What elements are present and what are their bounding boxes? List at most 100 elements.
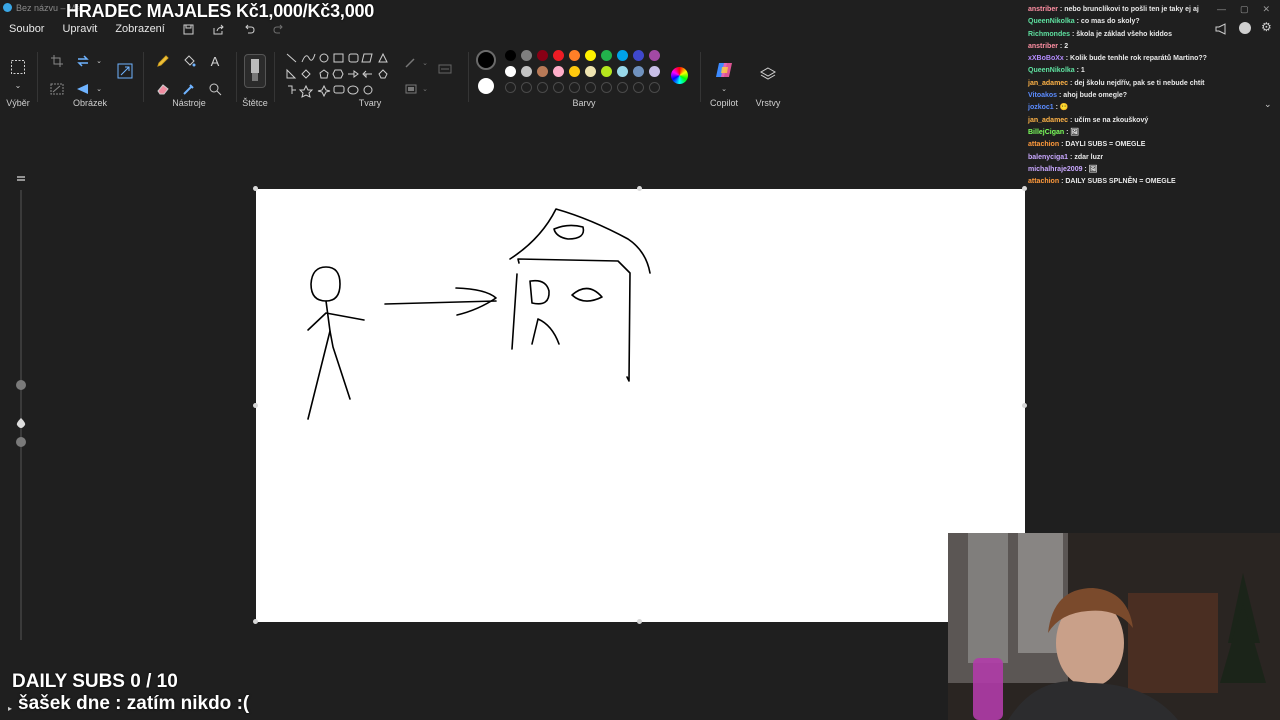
chat-username[interactable]: BillejCigan [1028, 129, 1064, 136]
custom-color-slot[interactable] [617, 82, 628, 93]
chat-username[interactable]: jan_adamec [1028, 80, 1068, 87]
canvas-resize-handle[interactable] [637, 186, 642, 191]
custom-color-slot[interactable] [633, 82, 644, 93]
text-tool-icon[interactable]: A [206, 52, 224, 70]
color-swatch[interactable] [553, 50, 564, 61]
canvas-resize-handle[interactable] [253, 403, 258, 408]
chat-username[interactable]: michalhraje2009 [1028, 166, 1082, 173]
chevron-down-icon[interactable]: ⌄ [416, 54, 434, 72]
maximize-icon[interactable]: ▢ [1240, 4, 1249, 15]
color-swatch[interactable] [537, 66, 548, 77]
announcement-icon[interactable] [1215, 22, 1227, 35]
color-swatch[interactable] [521, 66, 532, 77]
canvas-resize-handle[interactable] [253, 186, 258, 191]
custom-color-slot[interactable] [553, 82, 564, 93]
color-swatch[interactable] [633, 66, 644, 77]
slider-thumb[interactable] [16, 380, 26, 390]
chevron-down-icon[interactable]: ⌄ [90, 52, 108, 70]
copilot-icon[interactable] [714, 60, 734, 80]
pencil-icon[interactable] [154, 52, 172, 70]
canvas-resize-handle[interactable] [253, 619, 258, 624]
color-swatch[interactable] [553, 66, 564, 77]
menu-view[interactable]: Zobrazení [106, 23, 174, 35]
color-swatch[interactable] [569, 50, 580, 61]
pin-icon[interactable] [16, 172, 26, 182]
chat-username[interactable]: attachion [1028, 141, 1059, 148]
chat-username[interactable]: anstriber [1028, 43, 1058, 50]
chat-text: 2 [1064, 42, 1069, 50]
group-layers: Vrstvy [748, 46, 788, 112]
brush-selector[interactable] [244, 54, 266, 88]
settings-gear-icon[interactable]: ⚙ [1261, 21, 1274, 34]
menu-edit[interactable]: Upravit [53, 23, 106, 35]
layers-icon[interactable] [758, 64, 778, 84]
chat-username[interactable]: Vitoakos [1028, 92, 1057, 99]
color-swatch[interactable] [617, 50, 628, 61]
crop-icon[interactable] [48, 52, 66, 70]
group-label-colors: Barvy [572, 98, 596, 108]
canvas-resize-handle[interactable] [1022, 186, 1027, 191]
custom-color-slot[interactable] [601, 82, 612, 93]
divider [236, 52, 237, 102]
color-swatch[interactable] [537, 50, 548, 61]
color-swatch[interactable] [505, 66, 516, 77]
edit-colors-icon[interactable] [671, 67, 688, 84]
chevron-down-icon[interactable]: ⌄ [715, 80, 733, 98]
color-swatch[interactable] [585, 50, 596, 61]
shapes-gallery[interactable] [282, 50, 392, 98]
shape-size-icon[interactable] [436, 60, 454, 78]
custom-color-slot[interactable] [537, 82, 548, 93]
brush-size-slider[interactable] [20, 190, 22, 640]
custom-color-slot[interactable] [521, 82, 532, 93]
resize-image-icon[interactable] [116, 62, 134, 80]
magnifier-icon[interactable] [206, 80, 224, 98]
custom-color-slot[interactable] [585, 82, 596, 93]
eraser-icon[interactable] [154, 80, 172, 98]
chat-username[interactable]: QueenNikolka [1028, 18, 1075, 25]
chat-username[interactable]: balenyciga1 [1028, 154, 1068, 161]
group-brushes: Štětce [238, 46, 272, 112]
color-swatch[interactable] [633, 50, 644, 61]
color-swatch[interactable] [601, 50, 612, 61]
color-swatch[interactable] [585, 66, 596, 77]
color-swatch[interactable] [521, 50, 532, 61]
color-swatch[interactable] [649, 50, 660, 61]
chat-username[interactable]: anstriber [1028, 6, 1058, 13]
color-swatch[interactable] [601, 66, 612, 77]
color-picker-icon[interactable] [180, 80, 198, 98]
primary-color[interactable] [476, 50, 496, 70]
chat-username[interactable]: Richmondes [1028, 31, 1070, 38]
fill-bucket-icon[interactable] [180, 52, 198, 70]
chevron-down-icon[interactable]: ⌄ [1264, 99, 1272, 110]
chat-username[interactable]: jozkoc1 [1028, 104, 1054, 111]
color-swatch[interactable] [617, 66, 628, 77]
chevron-down-icon[interactable]: ⌄ [9, 76, 27, 94]
custom-color-slot[interactable] [649, 82, 660, 93]
redo-icon[interactable] [272, 22, 286, 36]
minimize-icon[interactable]: — [1217, 4, 1226, 15]
canvas-resize-handle[interactable] [1022, 403, 1027, 408]
chat-username[interactable]: jan_adamec [1028, 117, 1068, 124]
menu-file[interactable]: Soubor [0, 23, 53, 35]
share-icon[interactable] [212, 22, 226, 36]
opacity-slider-thumb[interactable] [16, 437, 26, 447]
chat-username[interactable]: attachion [1028, 178, 1059, 185]
close-icon[interactable]: ✕ [1262, 4, 1270, 15]
canvas-resize-handle[interactable] [637, 619, 642, 624]
undo-icon[interactable] [242, 22, 256, 36]
chevron-down-icon[interactable]: ⌄ [416, 80, 434, 98]
custom-color-slot[interactable] [505, 82, 516, 93]
chevron-down-icon[interactable]: ⌄ [90, 80, 108, 98]
select-rectangle-icon[interactable] [9, 58, 27, 76]
color-swatch[interactable] [569, 66, 580, 77]
color-swatch[interactable] [505, 50, 516, 61]
chat-username[interactable]: xXBoBoXx [1028, 55, 1064, 62]
color-swatch[interactable] [649, 66, 660, 77]
custom-color-slot[interactable] [569, 82, 580, 93]
drawing-canvas[interactable] [256, 189, 1025, 622]
save-icon[interactable] [182, 22, 196, 36]
secondary-color[interactable] [478, 78, 494, 94]
account-icon[interactable] [1239, 22, 1251, 34]
chat-username[interactable]: QueenNikolka [1028, 67, 1075, 74]
background-removal-icon[interactable] [48, 80, 66, 98]
